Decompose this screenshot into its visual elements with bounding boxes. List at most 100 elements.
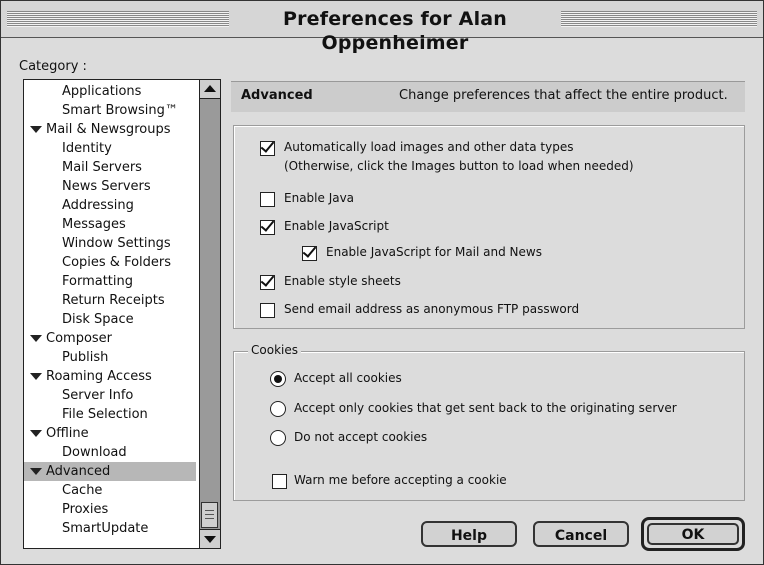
tree-item-cache[interactable]: Cache — [24, 481, 196, 500]
reject-cookies-radio[interactable] — [270, 430, 286, 446]
tree-item-label: Disk Space — [62, 312, 134, 327]
ftp-password-label: Send email address as anonymous FTP pass… — [284, 302, 580, 316]
tree-item-label: SmartUpdate — [62, 521, 149, 536]
enable-style-sheets-label: Enable style sheets — [284, 274, 401, 288]
tree-item-copies-folders[interactable]: Copies & Folders — [24, 253, 196, 272]
cookies-group-title: Cookies — [248, 343, 301, 357]
enable-javascript-mail-label: Enable JavaScript for Mail and News — [326, 245, 542, 259]
enable-java-checkbox[interactable] — [260, 192, 275, 207]
tree-item-publish[interactable]: Publish — [24, 348, 196, 367]
tree-item-mail-servers[interactable]: Mail Servers — [24, 158, 196, 177]
disclosure-triangle-icon[interactable] — [30, 126, 42, 133]
ok-button-label: OK — [647, 523, 739, 545]
checkmark-icon — [260, 138, 275, 153]
warn-cookie-checkbox[interactable] — [272, 474, 287, 489]
tree-item-label: File Selection — [62, 407, 148, 422]
checkmark-icon — [302, 243, 317, 258]
tree-item-label: Publish — [62, 350, 109, 365]
panel-description: Change preferences that affect the entir… — [399, 88, 728, 103]
scroll-down-button[interactable] — [200, 529, 220, 548]
checkmark-icon — [260, 272, 275, 287]
arrow-up-icon — [204, 85, 216, 92]
tree-item-offline[interactable]: Offline — [24, 424, 196, 443]
tree-item-news-servers[interactable]: News Servers — [24, 177, 196, 196]
tree-item-mail-newsgroups[interactable]: Mail & Newsgroups — [24, 120, 196, 139]
accept-all-cookies-label: Accept all cookies — [294, 371, 402, 385]
scroll-up-button[interactable] — [200, 80, 220, 99]
tree-item-proxies[interactable]: Proxies — [24, 500, 196, 519]
tree-item-identity[interactable]: Identity — [24, 139, 196, 158]
tree-item-download[interactable]: Download — [24, 443, 196, 462]
tree-item-label: Offline — [46, 426, 89, 441]
disclosure-triangle-icon[interactable] — [30, 468, 42, 475]
tree-item-applications[interactable]: Applications — [24, 82, 196, 101]
load-images-label: Automatically load images and other data… — [284, 140, 574, 154]
tree-item-messages[interactable]: Messages — [24, 215, 196, 234]
enable-javascript-label: Enable JavaScript — [284, 219, 389, 233]
tree-item-server-info[interactable]: Server Info — [24, 386, 196, 405]
tree-item-advanced[interactable]: Advanced — [24, 462, 196, 481]
disclosure-triangle-icon[interactable] — [30, 335, 42, 342]
tree-item-label: Mail Servers — [62, 160, 142, 175]
ok-button[interactable]: OK — [641, 517, 745, 551]
load-images-hint: (Otherwise, click the Images button to l… — [284, 159, 634, 173]
advanced-options-group: Automatically load images and other data… — [233, 125, 745, 329]
title-bar[interactable]: Preferences for Alan Oppenheimer — [1, 1, 763, 54]
tree-item-window-settings[interactable]: Window Settings — [24, 234, 196, 253]
accept-all-cookies-radio[interactable] — [270, 371, 286, 387]
tree-item-label: Applications — [62, 84, 142, 99]
radio-dot-icon — [274, 375, 282, 383]
tree-scrollbar[interactable] — [199, 80, 220, 548]
tree-item-label: Server Info — [62, 388, 134, 403]
checkmark-icon — [260, 217, 275, 232]
enable-javascript-checkbox[interactable] — [260, 217, 275, 235]
enable-style-sheets-checkbox[interactable] — [260, 272, 275, 290]
enable-javascript-mail-checkbox[interactable] — [302, 243, 317, 261]
tree-item-label: Window Settings — [62, 236, 171, 251]
tree-item-label: Proxies — [62, 502, 109, 517]
tree-item-label: Smart Browsing™ — [62, 103, 178, 118]
tree-item-label: Return Receipts — [62, 293, 165, 308]
preferences-window: Preferences for Alan Oppenheimer Categor… — [0, 0, 764, 565]
enable-java-label: Enable Java — [284, 191, 355, 205]
disclosure-triangle-icon[interactable] — [30, 373, 42, 380]
cancel-button[interactable]: Cancel — [533, 521, 629, 547]
title-bar-stripes-right — [561, 11, 757, 27]
tree-item-composer[interactable]: Composer — [24, 329, 196, 348]
tree-item-roaming-access[interactable]: Roaming Access — [24, 367, 196, 386]
tree-item-label: Messages — [62, 217, 126, 232]
tree-item-label: Addressing — [62, 198, 134, 213]
tree-item-disk-space[interactable]: Disk Space — [24, 310, 196, 329]
help-button[interactable]: Help — [421, 521, 517, 547]
ftp-password-checkbox[interactable] — [260, 303, 275, 318]
tree-item-formatting[interactable]: Formatting — [24, 272, 196, 291]
tree-item-file-selection[interactable]: File Selection — [24, 405, 196, 424]
scroll-thumb[interactable] — [201, 502, 218, 528]
tree-item-label: Cache — [62, 483, 103, 498]
arrow-down-icon — [204, 536, 216, 543]
tree-item-label: Roaming Access — [46, 369, 152, 384]
warn-cookie-label: Warn me before accepting a cookie — [294, 473, 507, 487]
panel-title: Advanced — [241, 88, 313, 103]
tree-item-label: News Servers — [62, 179, 151, 194]
panel-header: Advanced Change preferences that affect … — [231, 81, 745, 112]
tree-item-label: Download — [62, 445, 127, 460]
accept-originating-cookies-label: Accept only cookies that get sent back t… — [294, 401, 677, 415]
tree-item-label: Mail & Newsgroups — [46, 122, 171, 137]
category-tree[interactable]: Applications Smart Browsing™ Mail & News… — [23, 79, 221, 549]
category-label: Category : — [19, 59, 87, 74]
disclosure-triangle-icon[interactable] — [30, 430, 42, 437]
tree-item-smartupdate[interactable]: SmartUpdate — [24, 519, 196, 538]
tree-item-label: Composer — [46, 331, 113, 346]
title-bar-stripes-left — [7, 11, 229, 27]
tree-item-label: Copies & Folders — [62, 255, 172, 270]
tree-item-addressing[interactable]: Addressing — [24, 196, 196, 215]
tree-item-label: Formatting — [62, 274, 134, 289]
tree-item-smart-browsing[interactable]: Smart Browsing™ — [24, 101, 196, 120]
tree-item-return-receipts[interactable]: Return Receipts — [24, 291, 196, 310]
accept-originating-cookies-radio[interactable] — [270, 401, 286, 417]
tree-item-label: Advanced — [46, 464, 111, 479]
cookies-group: Cookies Accept all cookies Accept only c… — [233, 343, 745, 501]
window-title: Preferences for Alan Oppenheimer — [229, 7, 561, 54]
load-images-checkbox[interactable] — [260, 138, 275, 156]
